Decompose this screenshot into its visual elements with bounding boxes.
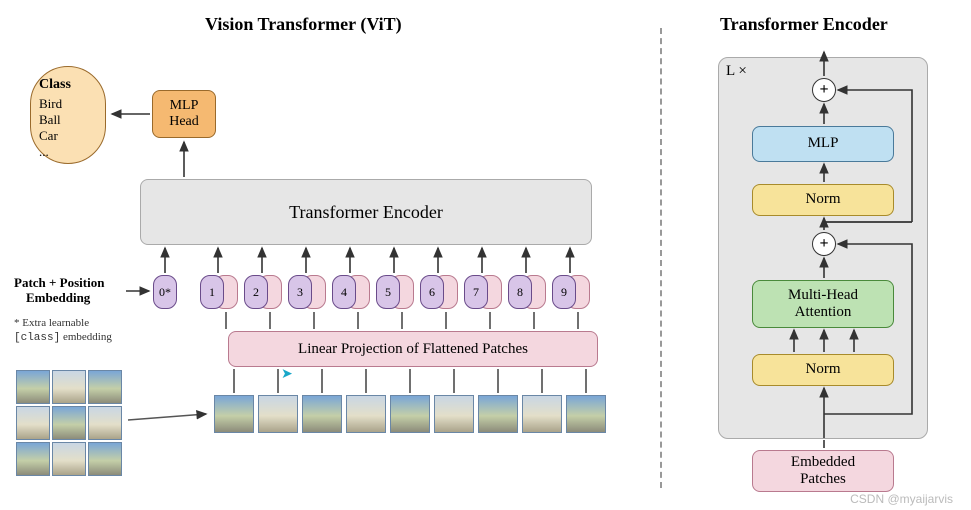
image-patch <box>258 395 298 433</box>
vit-title: Vision Transformer (ViT) <box>205 14 402 35</box>
image-patch <box>88 370 122 404</box>
image-patch <box>52 406 86 440</box>
transformer-encoder-block: Transformer Encoder <box>140 179 592 245</box>
image-patch <box>214 395 254 433</box>
image-patch <box>16 442 50 476</box>
token-pill-0: 0* <box>153 275 177 309</box>
mlp-head-block: MLPHead <box>152 90 216 138</box>
token-pill: 1 <box>200 275 224 309</box>
class-output-box: Class Bird Ball Car ... <box>30 66 106 164</box>
norm-block-upper: Norm <box>752 184 894 216</box>
token-pill: 7 <box>464 275 488 309</box>
token-pill: 4 <box>332 275 356 309</box>
token-pill: 5 <box>376 275 400 309</box>
residual-add-icon: + <box>812 78 836 102</box>
image-patch <box>390 395 430 433</box>
vertical-divider <box>660 28 662 488</box>
class-item: Bird <box>39 96 97 112</box>
mlp-block: MLP <box>752 126 894 162</box>
image-patch <box>478 395 518 433</box>
image-patch <box>566 395 606 433</box>
watermark-text: CSDN @myaijarvis <box>850 492 953 506</box>
image-patch <box>346 395 386 433</box>
encoder-title: Transformer Encoder <box>720 14 888 35</box>
image-patch <box>88 406 122 440</box>
image-patch <box>302 395 342 433</box>
image-patch <box>52 442 86 476</box>
token-pill: 2 <box>244 275 268 309</box>
lx-label: L × <box>726 63 747 80</box>
embedded-patches-block: EmbeddedPatches <box>752 450 894 492</box>
image-patch <box>52 370 86 404</box>
image-patch <box>522 395 562 433</box>
class-item: Ball <box>39 112 97 128</box>
extra-learnable-note: * Extra learnable [class] embedding <box>14 316 112 346</box>
image-patch <box>434 395 474 433</box>
class-item: ... <box>39 144 97 160</box>
patch-position-label: Patch + Position Embedding <box>14 276 104 306</box>
token-pill: 3 <box>288 275 312 309</box>
image-patch <box>88 442 122 476</box>
image-patch <box>16 370 50 404</box>
flattened-patch-row <box>214 395 606 433</box>
token-pill: 9 <box>552 275 576 309</box>
multihead-attention-block: Multi-HeadAttention <box>752 280 894 328</box>
linear-projection-block: Linear Projection of Flattened Patches <box>228 331 598 367</box>
mouse-cursor-icon: ➤ <box>281 366 293 383</box>
token-pill: 8 <box>508 275 532 309</box>
residual-add-icon: + <box>812 232 836 256</box>
image-patch <box>16 406 50 440</box>
norm-block-lower: Norm <box>752 354 894 386</box>
input-image-grid <box>16 370 122 476</box>
class-heading: Class <box>39 77 97 93</box>
token-pill: 6 <box>420 275 444 309</box>
class-item: Car <box>39 128 97 144</box>
